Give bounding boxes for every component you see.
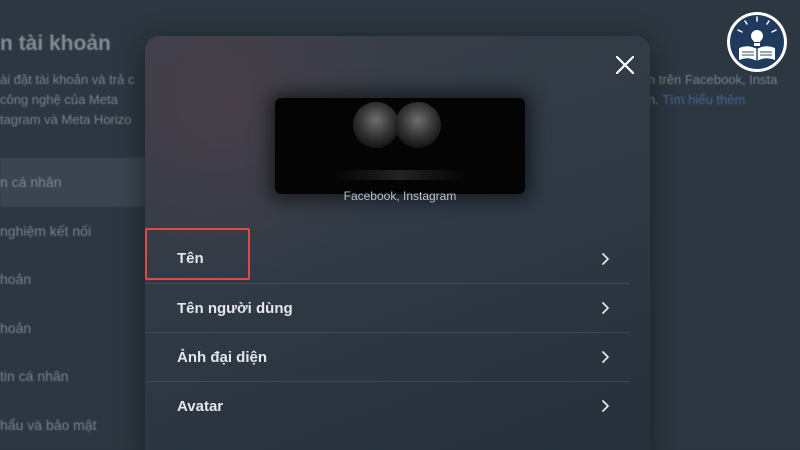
chevron-right-icon — [602, 302, 609, 314]
profile-card — [275, 98, 525, 194]
sidebar-item-personal-info[interactable]: n cá nhân — [0, 158, 145, 207]
profile-name-obscured — [335, 170, 465, 180]
row-label: Avatar — [177, 397, 224, 415]
sidebar-item-accounts[interactable]: hoản — [0, 255, 145, 304]
username-row[interactable]: Tên người dùng — [145, 283, 630, 332]
profile-picture-row[interactable]: Ảnh đại diện — [145, 332, 630, 381]
sidebar-nav: n cá nhân nghiệm kết nối hoản hoản tin c… — [0, 158, 145, 449]
sidebar-item-password-security[interactable]: hẩu và bảo mật — [0, 401, 145, 450]
sidebar-item-account[interactable]: hoản — [0, 304, 145, 353]
avatar — [395, 102, 441, 148]
chevron-right-icon — [602, 351, 609, 363]
close-button[interactable] — [612, 52, 638, 78]
avatar — [353, 102, 399, 148]
book-lightbulb-logo-icon — [725, 10, 789, 74]
sidebar-item-label: n cá nhân — [0, 174, 62, 191]
close-icon — [615, 55, 635, 75]
name-row[interactable]: Tên — [145, 234, 630, 283]
row-label: Ảnh đại diện — [177, 348, 267, 366]
sidebar-item-label: tin cá nhân — [0, 368, 69, 385]
sidebar-item-your-info[interactable]: tin cá nhân — [0, 352, 145, 401]
chevron-right-icon — [602, 252, 609, 265]
settings-list: Tên Tên người dùng Ảnh đại diện Avatar — [145, 234, 630, 430]
page-description-right: n trên Facebook, Insta n. Tìm hiểu thêm — [648, 70, 798, 110]
sidebar-item-label: hoản — [0, 271, 32, 288]
profile-dialog: Facebook, Instagram Tên Tên người dùng Ả… — [145, 36, 650, 450]
avatar-row[interactable]: Avatar — [145, 381, 630, 430]
learn-more-link[interactable]: Tìm hiểu thêm — [662, 92, 745, 107]
sidebar-item-label: hẩu và bảo mật — [0, 416, 97, 433]
row-label: Tên người dùng — [177, 299, 293, 317]
page-description: ài đặt tài khoản và trả c công nghệ của … — [0, 72, 135, 127]
sidebar-item-label: nghiệm kết nối — [0, 222, 92, 239]
sidebar-item-label: hoản — [0, 319, 32, 336]
account-platforms: Facebook, Instagram — [343, 189, 457, 203]
sidebar-item-connected-experiences[interactable]: nghiệm kết nối — [0, 207, 145, 256]
row-label: Tên — [177, 250, 204, 267]
page-title: n tài khoản — [0, 32, 111, 55]
description-right-line-2: n. Tìm hiểu thêm — [648, 90, 798, 110]
chevron-right-icon — [602, 400, 609, 412]
